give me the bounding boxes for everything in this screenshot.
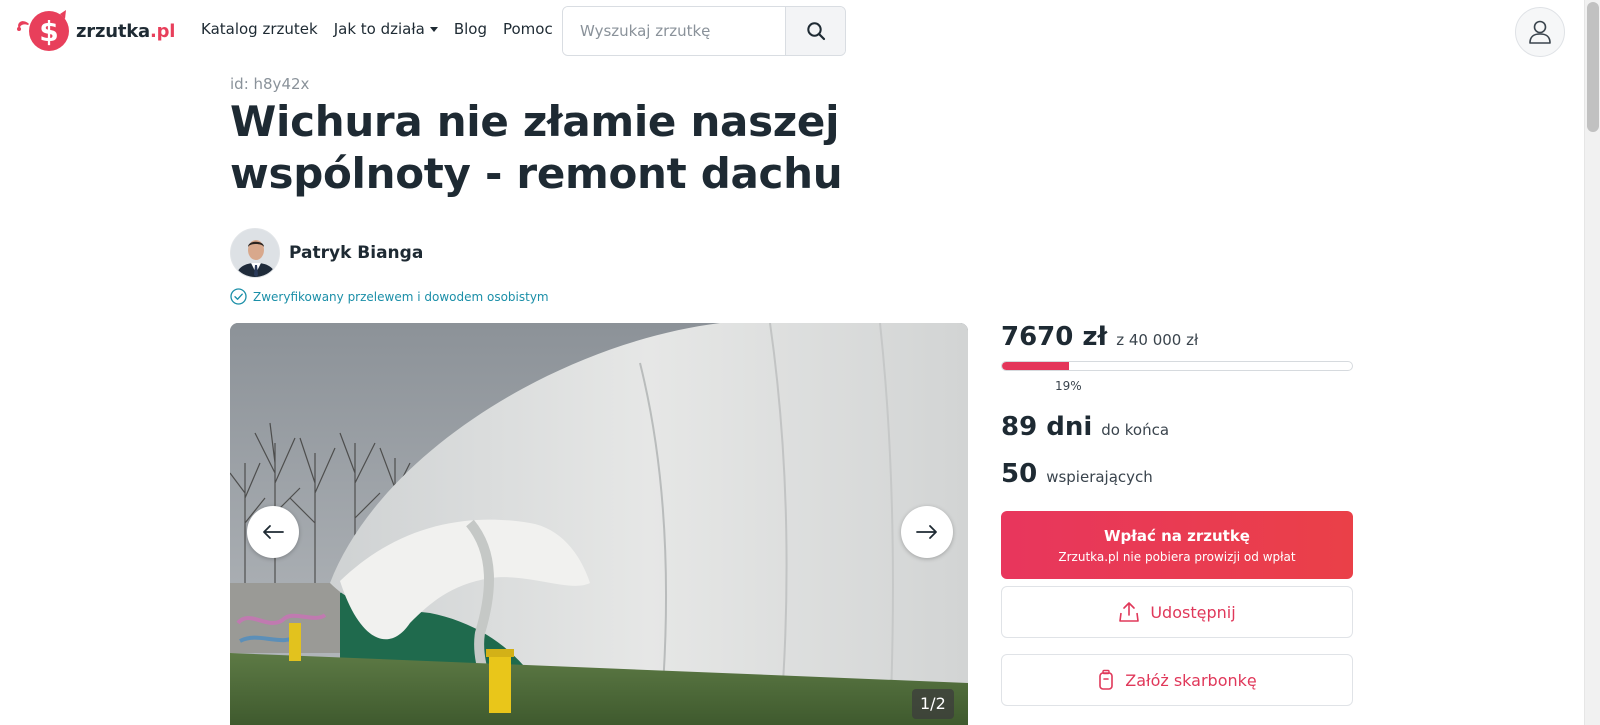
funding-progress-fill — [1002, 362, 1069, 370]
days-value: 89 dni — [1001, 412, 1093, 442]
arrow-left-icon — [263, 525, 284, 539]
piggy-bank-logo-icon: $ — [17, 10, 69, 51]
funding-progress-bar — [1001, 361, 1353, 371]
supporters-count: 50 wspierających — [1001, 459, 1153, 489]
share-icon — [1119, 602, 1140, 622]
page-scrollbar[interactable] — [1584, 0, 1600, 725]
goal-amount: z 40 000 zł — [1116, 331, 1199, 349]
gallery-prev-button[interactable] — [247, 506, 299, 558]
donate-button[interactable]: Wpłać na zrzutkę Zrzutka.pl nie pobiera … — [1001, 511, 1353, 579]
caret-down-icon — [429, 26, 438, 32]
author-avatar[interactable] — [230, 228, 280, 278]
funding-amounts: 7670 zł z 40 000 zł — [1001, 322, 1198, 352]
search-button[interactable] — [785, 7, 845, 55]
donate-button-note: Zrzutka.pl nie pobiera prowizji od wpłat — [1058, 550, 1296, 564]
photo-gallery: 1/2 — [230, 323, 968, 725]
user-icon — [1529, 20, 1551, 44]
verified-check-icon — [230, 288, 247, 305]
nav-catalog-link[interactable]: Katalog zrzutek — [201, 20, 318, 38]
raised-amount: 7670 zł — [1001, 322, 1108, 352]
nav-help-link[interactable]: Pomoc — [503, 20, 553, 38]
share-button-label: Udostępnij — [1150, 602, 1236, 622]
campaign-title: Wichura nie złamie naszej wspólnoty - re… — [230, 97, 843, 198]
author-name[interactable]: Patryk Bianga — [289, 243, 423, 263]
verification-status: Zweryfikowany przelewem i dowodem osobis… — [230, 288, 549, 305]
supporters-value: 50 — [1001, 459, 1038, 489]
arrow-right-icon — [916, 525, 937, 539]
piggy-box-icon — [1099, 669, 1114, 690]
scrollbar-thumb[interactable] — [1587, 2, 1599, 132]
nav-blog-link[interactable]: Blog — [454, 20, 487, 38]
user-account-button[interactable] — [1515, 7, 1565, 57]
search-input[interactable] — [563, 7, 786, 55]
donate-button-label: Wpłać na zrzutkę — [1104, 527, 1250, 545]
site-logo[interactable]: $ zrzutka.pl — [16, 9, 175, 53]
author-block[interactable]: Patryk Bianga — [230, 228, 423, 278]
gallery-counter: 1/2 — [912, 689, 954, 719]
search-icon — [807, 22, 825, 41]
gallery-next-button[interactable] — [901, 506, 953, 558]
avatar-image — [231, 229, 279, 277]
campaign-photo[interactable] — [230, 323, 968, 725]
search-box — [562, 6, 846, 56]
logo-text: zrzutka.pl — [76, 20, 176, 42]
share-button[interactable]: Udostępnij — [1001, 586, 1353, 638]
days-label: do końca — [1101, 421, 1170, 439]
create-piggy-button[interactable]: Załóż skarbonkę — [1001, 654, 1353, 706]
svg-text:$: $ — [39, 15, 58, 48]
verified-text: Zweryfikowany przelewem i dowodem osobis… — [253, 289, 549, 304]
campaign-id: id: h8y42x — [230, 75, 310, 93]
create-piggy-label: Załóż skarbonkę — [1125, 670, 1257, 690]
top-navigation-bar: $ zrzutka.pl Katalog zrzutek Jak to dzia… — [0, 0, 1584, 62]
days-remaining: 89 dni do końca — [1001, 412, 1169, 442]
funding-percent: 19% — [1055, 379, 1082, 393]
nav-how-it-works-dropdown[interactable]: Jak to działa — [334, 20, 438, 38]
main-nav: Katalog zrzutek Jak to działa Blog Pomoc — [201, 20, 553, 38]
supporters-label: wspierających — [1046, 468, 1153, 486]
nav-how-it-works-label: Jak to działa — [333, 20, 425, 38]
